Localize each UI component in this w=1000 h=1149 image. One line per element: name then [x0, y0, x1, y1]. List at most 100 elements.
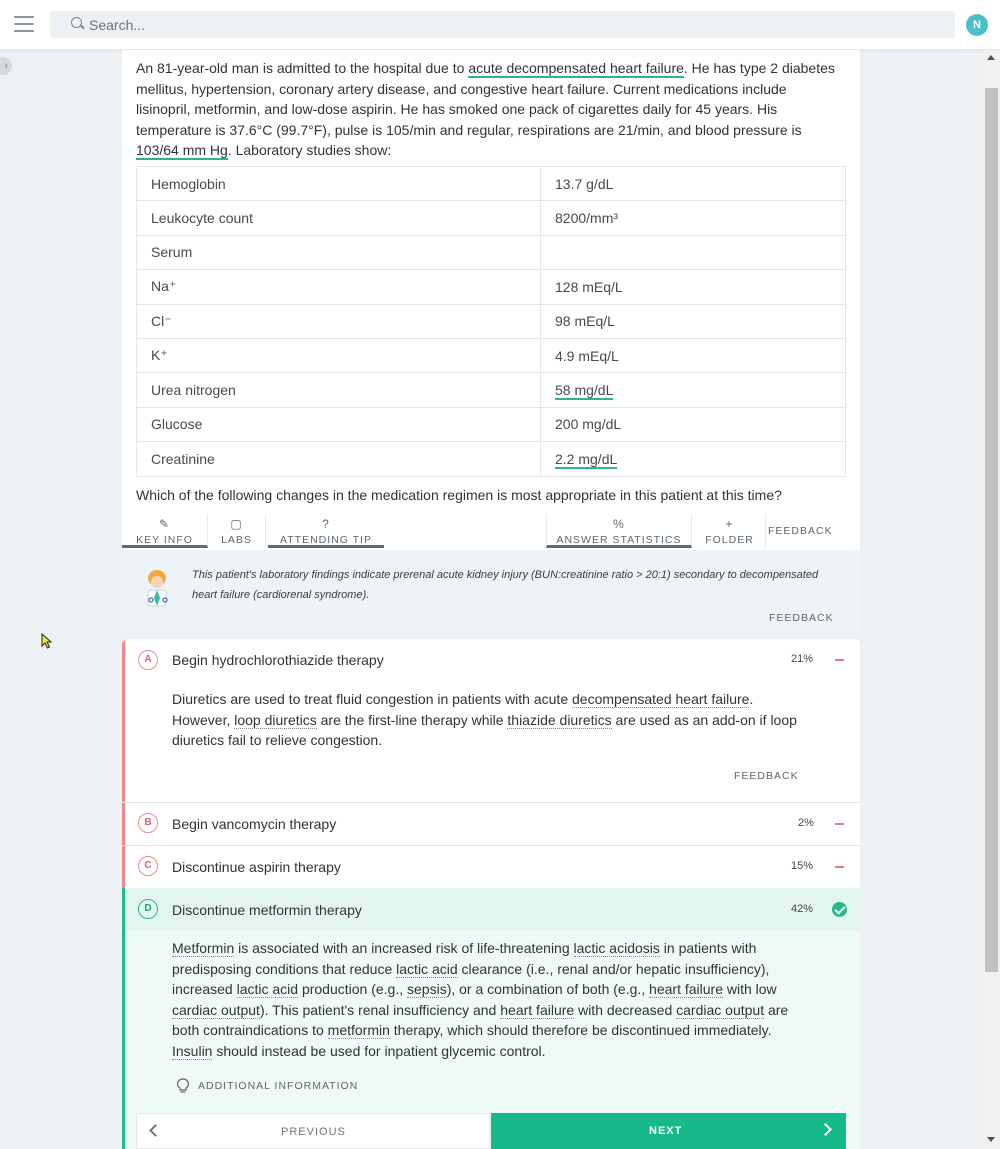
lab-value-text: 4.9 mEq/L — [555, 347, 619, 364]
lab-value: 200 mg/dL — [540, 406, 846, 443]
lab-table: Hemoglobin 13.7 g/dL Leukocyte count 8200/m… — [136, 165, 846, 477]
term-link[interactable]: lactic acid — [236, 981, 299, 998]
dash-icon — [835, 659, 844, 661]
question-prompt: Which of the following changes in the me… — [136, 487, 782, 503]
highlight-link[interactable]: 103/64 mm Hg — [136, 142, 228, 161]
answer-label: Begin vancomycin therapy — [172, 816, 337, 832]
plus-circle-icon: + — [725, 517, 734, 531]
lab-value: 13.7 g/dL — [540, 165, 846, 202]
scroll-down-arrow[interactable] — [987, 1137, 995, 1142]
question-card: An 81-year-old man is admitted to the ho… — [122, 50, 860, 632]
lab-value-text: 98 mEq/L — [555, 313, 615, 330]
percent-icon: % — [613, 517, 625, 531]
doctor-icon — [147, 570, 168, 607]
lab-name: Serum — [136, 234, 541, 271]
incorrect-bar — [122, 846, 125, 888]
answer-option-a[interactable]: A Begin hydrochlorothiazide therapy 21% … — [122, 639, 860, 802]
lab-value-text: 8200/mm³ — [555, 210, 619, 227]
tab-bar: ✎ KEY INFO ▢ LABS ? ATTENDING TIP % ANSW… — [122, 514, 860, 549]
lab-name: Urea nitrogen — [136, 372, 541, 408]
term-link[interactable]: decompensated heart failure — [572, 691, 750, 708]
tab-answer-statistics[interactable]: % ANSWER STATISTICS — [546, 514, 692, 548]
term-link[interactable]: cardiac output — [172, 1001, 260, 1019]
term-link[interactable]: Insulin — [172, 1042, 213, 1060]
lab-row: Na⁺ 128 mEq/L — [136, 269, 846, 305]
additional-information-button[interactable]: ADDITIONAL INFORMATION — [198, 1080, 358, 1092]
mouse-cursor-icon — [41, 633, 53, 649]
tip-text: This patient's laboratory findings indic… — [192, 569, 819, 601]
answer-percent: 2% — [798, 817, 814, 829]
answer-option-d[interactable]: D Discontinue metformin therapy 42% Metf… — [122, 888, 860, 1149]
lab-value: 58 mg/dL — [540, 372, 846, 408]
answer-label: Begin hydrochlorothiazide therapy — [172, 652, 384, 668]
pencil-icon: ✎ — [158, 517, 171, 531]
term-link[interactable]: metformin — [327, 1022, 390, 1039]
answer-feedback-button[interactable]: FEEDBACK — [734, 770, 799, 782]
avatar[interactable]: N — [966, 14, 988, 36]
search-input[interactable] — [89, 11, 949, 38]
answer-option-c[interactable]: C Discontinue aspirin therapy 15% — [122, 846, 860, 888]
next-button[interactable]: NEXT — [491, 1113, 846, 1149]
lab-row: Creatinine 2.2 mg/dL — [136, 441, 846, 477]
highlight-link[interactable]: acute decompensated heart failure — [468, 60, 684, 78]
answer-option-b[interactable]: B Begin vancomycin therapy 2% — [122, 803, 860, 845]
scrollbar-thumb[interactable] — [985, 88, 998, 972]
answer-letter: A — [138, 650, 158, 670]
question-stem: An 81-year-old man is admitted to the ho… — [136, 60, 835, 161]
lab-name: K⁺ — [136, 337, 541, 374]
tip-feedback-button[interactable]: FEEDBACK — [769, 612, 834, 624]
lab-row: Leukocyte count 8200/mm³ — [136, 200, 846, 236]
term-link[interactable]: lactic acidosis — [573, 940, 660, 957]
tab-key-info[interactable]: ✎ KEY INFO — [122, 514, 208, 548]
previous-button[interactable]: PREVIOUS — [136, 1113, 490, 1149]
lab-name: Glucose — [136, 406, 541, 443]
answer-explanation: Metformin is associated with an increase… — [172, 940, 789, 1060]
feedback-button[interactable]: FEEDBACK — [768, 525, 833, 537]
lab-value: 8200/mm³ — [540, 200, 846, 236]
lab-value-text: 2.2 mg/dL — [555, 450, 618, 469]
incorrect-bar — [122, 803, 125, 845]
lab-value: 4.9 mEq/L — [540, 337, 846, 374]
menu-icon[interactable] — [14, 16, 34, 32]
lab-value-text: 128 mEq/L — [555, 278, 623, 295]
top-bar: N — [0, 0, 1000, 50]
term-link[interactable]: loop diuretics — [234, 711, 317, 729]
lab-value-text: 58 mg/dL — [555, 382, 614, 401]
tab-folder[interactable]: + FOLDER — [694, 514, 766, 548]
lab-value-text: 13.7 g/dL — [555, 175, 614, 192]
term-link[interactable]: heart failure — [500, 1001, 575, 1019]
lab-value: 98 mEq/L — [540, 303, 846, 339]
answer-percent: 42% — [791, 903, 814, 915]
term-link[interactable]: Metformin — [172, 940, 235, 957]
answer-letter: D — [138, 899, 158, 919]
lab-value — [540, 234, 846, 271]
help-circle-icon: ? — [322, 517, 330, 531]
scroll-up-arrow[interactable] — [987, 55, 995, 60]
term-link[interactable]: lactic acid — [396, 960, 458, 978]
sidebar-expand-icon[interactable]: › — [0, 57, 12, 75]
lab-name: Leukocyte count — [136, 200, 541, 236]
search-icon — [71, 17, 82, 28]
term-link[interactable]: cardiac output — [676, 1001, 765, 1019]
answer-percent: 21% — [791, 653, 814, 665]
answer-explanation: Diuretics are used to treat fluid conges… — [172, 691, 797, 748]
lab-row: Hemoglobin 13.7 g/dL — [136, 165, 846, 202]
lab-name: Cl⁻ — [136, 303, 541, 339]
labs-icon: ▢ — [230, 517, 243, 531]
lightbulb-icon — [176, 1078, 190, 1093]
question-nav: PREVIOUS NEXT — [136, 1113, 846, 1149]
correct-bar — [122, 888, 125, 1149]
answer-letter: B — [138, 813, 158, 833]
tab-labs[interactable]: ▢ LABS — [208, 514, 266, 548]
tab-attending-tip[interactable]: ? ATTENDING TIP — [268, 514, 384, 548]
dash-icon — [835, 866, 844, 868]
lab-value-text: 200 mg/dL — [555, 416, 622, 433]
term-link[interactable]: thiazide diuretics — [507, 711, 612, 729]
lab-row: K⁺ 4.9 mEq/L — [136, 337, 846, 374]
answer-label: Discontinue metformin therapy — [172, 902, 362, 918]
answer-label: Discontinue aspirin therapy — [172, 859, 341, 875]
term-link[interactable]: sepsis — [407, 981, 447, 998]
chevron-left-icon — [149, 1124, 162, 1137]
term-link[interactable]: heart failure — [649, 981, 723, 998]
lab-name: Na⁺ — [136, 269, 541, 305]
